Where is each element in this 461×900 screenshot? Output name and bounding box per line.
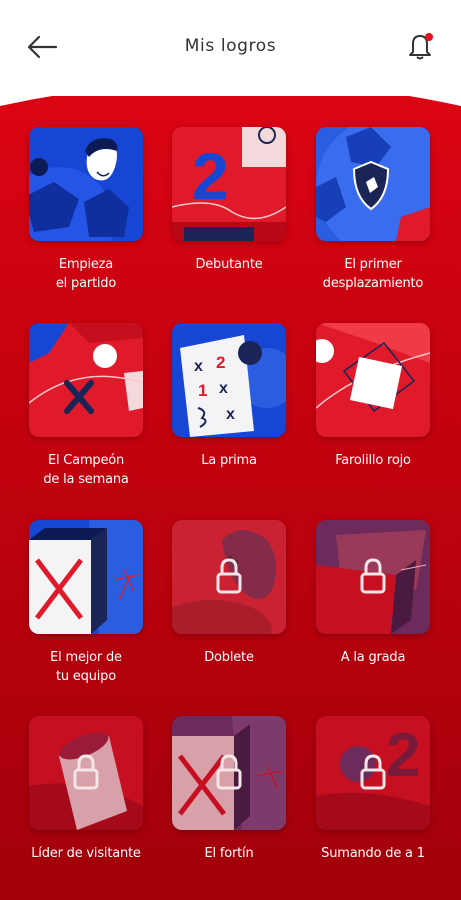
badge-image bbox=[29, 323, 143, 437]
badge-image bbox=[29, 127, 143, 241]
badge-image bbox=[172, 520, 286, 634]
badge-image: 2 bbox=[316, 716, 430, 830]
achievement-debutante[interactable]: 2 Debutante bbox=[170, 127, 288, 274]
achievement-label: Empieza el partido bbox=[55, 257, 117, 291]
achievement-label: Doblete bbox=[204, 650, 254, 665]
achievement-empieza-el-partido[interactable]: Empieza el partido bbox=[27, 127, 145, 293]
badge-mark: x bbox=[226, 406, 235, 423]
achievement-farolillo-rojo[interactable]: Farolillo rojo bbox=[314, 323, 432, 470]
badge-number: 2 bbox=[192, 139, 229, 213]
achievements-grid: Empieza el partido 2 Debutante El primer… bbox=[0, 0, 461, 900]
badge-image bbox=[316, 127, 430, 241]
badge-image: 2 bbox=[172, 127, 286, 241]
achievement-el-mejor-de-tu-equipo[interactable]: El mejor de tu equipo bbox=[27, 520, 145, 686]
achievement-el-primer-desplazamiento[interactable]: El primer desplazamiento bbox=[314, 127, 432, 293]
achievement-label: El Campeón de la semana bbox=[43, 453, 129, 487]
achievement-label: El fortín bbox=[204, 846, 254, 861]
achievement-sumando-de-a-1[interactable]: 2 Sumando de a 1 bbox=[314, 716, 432, 863]
achievement-la-prima[interactable]: x 2 1 x x La prima bbox=[170, 323, 288, 470]
badge-image bbox=[172, 716, 286, 830]
achievement-doblete[interactable]: Doblete bbox=[170, 520, 288, 667]
badge-mark: 2 bbox=[216, 353, 225, 372]
achievement-label: El mejor de tu equipo bbox=[50, 650, 122, 684]
achievement-label: Farolillo rojo bbox=[335, 453, 411, 468]
badge-image bbox=[316, 323, 430, 437]
achievement-el-campeon-de-la-semana[interactable]: El Campeón de la semana bbox=[27, 323, 145, 489]
badge-image: x 2 1 x x bbox=[172, 323, 286, 437]
achievement-lider-de-visitante[interactable]: Líder de visitante bbox=[27, 716, 145, 863]
badge-mark: x bbox=[219, 380, 228, 397]
achievement-el-fortin[interactable]: El fortín bbox=[170, 716, 288, 863]
achievement-label: La prima bbox=[201, 453, 257, 468]
badge-mark: x bbox=[194, 358, 203, 375]
badge-mark: 1 bbox=[198, 381, 207, 400]
badge-image bbox=[316, 520, 430, 634]
achievement-label: Sumando de a 1 bbox=[321, 846, 425, 861]
achievement-label: A la grada bbox=[340, 650, 406, 665]
achievement-a-la-grada[interactable]: A la grada bbox=[314, 520, 432, 667]
badge-image bbox=[29, 716, 143, 830]
achievement-label: Líder de visitante bbox=[31, 846, 141, 861]
achievement-label: Debutante bbox=[195, 257, 263, 272]
badge-number: 2 bbox=[386, 721, 420, 790]
badge-image bbox=[29, 520, 143, 634]
achievement-label: El primer desplazamiento bbox=[322, 257, 424, 291]
